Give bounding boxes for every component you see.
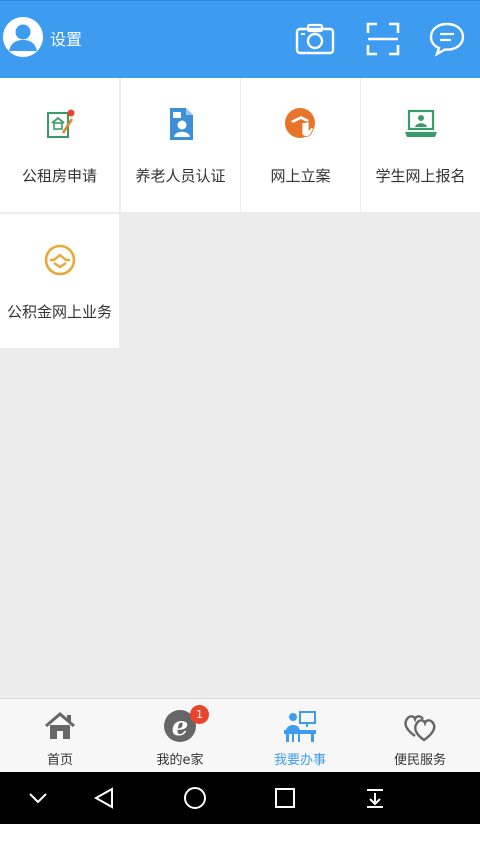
house-application-icon	[0, 106, 119, 142]
collapse-icon[interactable]	[8, 772, 68, 824]
bottom-blank-area	[0, 824, 480, 854]
tab-label: 便民服务	[393, 753, 446, 768]
home-circle-icon[interactable]	[165, 772, 225, 824]
avatar[interactable]	[3, 17, 43, 57]
elder-certification-icon	[121, 106, 240, 142]
service-tile-student-registration[interactable]: 学生网上报名	[361, 78, 480, 212]
tab-label: 首页	[46, 753, 73, 768]
service-tile-online-filing[interactable]: 网上立案	[241, 78, 360, 212]
tile-label: 公租房申请	[21, 167, 97, 185]
service-tile-public-rental-housing[interactable]: 公租房申请	[0, 78, 119, 212]
housing-fund-icon	[0, 242, 119, 278]
student-registration-icon	[361, 106, 480, 142]
back-icon[interactable]	[74, 772, 134, 824]
user-icon	[3, 17, 43, 57]
system-nav-bar	[0, 772, 480, 824]
tab-services[interactable]: 我要办事	[240, 699, 360, 773]
tab-home[interactable]: 首页	[0, 699, 120, 773]
tab-label: 我要办事	[273, 753, 326, 768]
message-icon[interactable]	[426, 19, 468, 59]
tile-label: 网上立案	[270, 167, 331, 185]
tab-my-e-home[interactable]: e 1 我的e家	[120, 699, 240, 773]
e-home-icon: e	[120, 709, 240, 743]
bottom-tab-bar: 首页 e 1 我的e家 我要办事 便民服务	[0, 698, 480, 772]
service-desk-icon	[240, 709, 360, 743]
settings-link[interactable]: 设置	[50, 30, 82, 50]
service-grid: 公租房申请 养老人员认证 网上立案 学生网上报名 公积金网上业务	[0, 78, 480, 698]
hearts-icon	[360, 709, 480, 743]
recents-icon[interactable]	[255, 772, 315, 824]
app-header: 设置	[0, 0, 480, 78]
service-tile-elder-certification[interactable]: 养老人员认证	[121, 78, 240, 212]
service-tile-housing-fund[interactable]: 公积金网上业务	[0, 214, 119, 348]
tile-label: 公积金网上业务	[6, 303, 112, 321]
tile-label: 养老人员认证	[135, 167, 226, 185]
notification-pull-icon[interactable]	[345, 772, 405, 824]
home-icon	[0, 709, 120, 743]
online-filing-icon	[241, 106, 360, 142]
camera-icon[interactable]	[294, 19, 336, 59]
tab-convenience[interactable]: 便民服务	[360, 699, 480, 773]
scan-icon[interactable]	[362, 19, 404, 59]
svg-text:e: e	[172, 712, 189, 742]
tile-label: 学生网上报名	[375, 167, 466, 185]
notification-badge: 1	[190, 705, 209, 724]
tab-label: 我的e家	[156, 753, 204, 768]
